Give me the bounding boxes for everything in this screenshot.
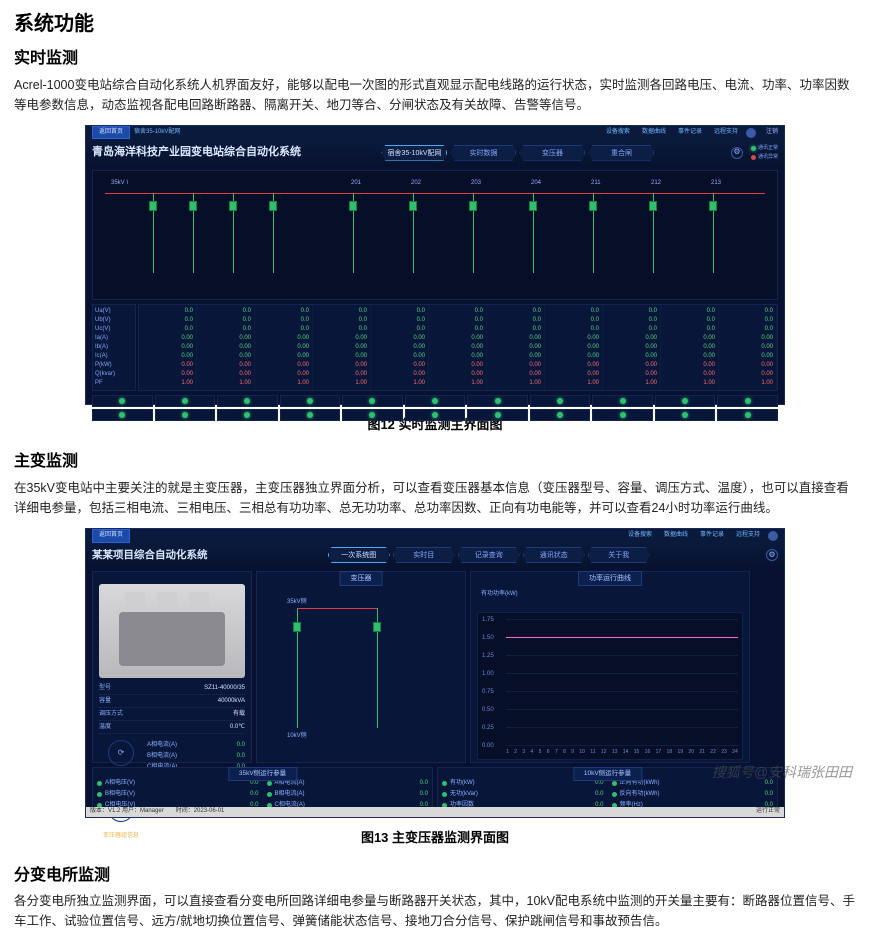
gear-icon[interactable]: ⚙: [731, 147, 743, 159]
top-link[interactable]: 数据曲线: [664, 531, 688, 541]
screenshot-transformer: 返回首页 设备搜索 数据曲线 事件记录 远程支持 某某项目综合自动化系统 一次系…: [85, 528, 785, 818]
desc-realtime: Acrel-1000变电站综合自动化系统人机界面友好，能够以配电一次图的形式直观…: [14, 75, 856, 115]
watermark: 搜狐号@安科瑞张田田: [712, 761, 852, 783]
nav-tab[interactable]: 宿舍35-10kV配网: [381, 145, 447, 161]
trend-panel: 功率运行曲线 有功功率(kW) 123456789101112131415161…: [470, 571, 750, 763]
top-link[interactable]: 设备搜索: [606, 128, 630, 138]
load-rate-icon: ⟳: [108, 740, 134, 766]
status-label: 通讯异常: [758, 153, 778, 161]
feeder-data-grid: Ua(V) Ub(V) Uc(V) Ia(A) Ib(A) Ic(A) P(kW…: [92, 304, 778, 391]
transformer-info-panel: 型号SZ11-40000/35容量40000kVA调压方式有载温度0.0℃ ⟳ …: [92, 571, 252, 763]
nav-tab[interactable]: 实时数据: [450, 145, 516, 161]
top-link[interactable]: 事件记录: [678, 128, 702, 138]
screenshot-realtime: 返回首页 宿舍35-10kV配网 设备搜索 数据曲线 事件记录 远程支持 注销 …: [85, 125, 785, 405]
desc-substation: 各分变电所独立监测界面，可以直接查看分变电所回路详细电参量与断路器开关状态，其中…: [14, 891, 856, 931]
single-line-mini: 变压器 35kV侧 10kV侧: [256, 571, 466, 763]
gear-icon[interactable]: ⚙: [766, 549, 778, 561]
nav-tab[interactable]: 记录查询: [458, 547, 520, 563]
nav-tab[interactable]: 通讯状态: [523, 547, 585, 563]
section-heading-realtime: 实时监测: [14, 46, 856, 72]
avatar[interactable]: [768, 531, 778, 541]
statusbar: 版本：V1.2 用户：Manager 时间：2023-06-01 运行正常: [86, 807, 784, 817]
top-link[interactable]: 设备搜索: [628, 531, 652, 541]
top-link[interactable]: 远程支持: [736, 531, 760, 541]
nav-tab[interactable]: 实时目: [393, 547, 455, 563]
desc-transformer: 在35kV变电站中主要关注的就是主变压器，主变压器独立界面分析，可以查看变压器基…: [14, 478, 856, 518]
nav-tab[interactable]: 变压器: [519, 145, 585, 161]
nav-tab[interactable]: 一次系统图: [328, 547, 390, 563]
section-heading-transformer: 主变监测: [14, 449, 856, 475]
single-line-diagram: 35kV I 201 202 203 204 211 212 213: [92, 170, 778, 300]
section-heading-substation: 分变电所监测: [14, 863, 856, 889]
home-button[interactable]: 返回首页: [92, 529, 130, 543]
nav-tab[interactable]: 关于我: [588, 547, 650, 563]
breadcrumb: 宿舍35-10kV配网: [134, 128, 180, 138]
avatar[interactable]: [746, 128, 756, 138]
top-link[interactable]: 事件记录: [700, 531, 724, 541]
top-link[interactable]: 远程支持: [714, 128, 738, 138]
indicator-label: 变压器组信息: [103, 832, 139, 842]
logout-link[interactable]: 注销: [766, 128, 778, 138]
power-trend-chart: 123456789101112131415161718192021222324 …: [477, 612, 743, 760]
page-title: 系统功能: [14, 8, 856, 40]
home-button[interactable]: 返回首页: [92, 126, 130, 140]
status-label: 通讯正常: [758, 144, 778, 152]
transformer-image: [99, 584, 245, 678]
system-title: 某某项目综合自动化系统: [92, 547, 208, 564]
system-title: 青岛海洋科技产业园变电站综合自动化系统: [92, 144, 301, 162]
nav-tab[interactable]: 重合闸: [588, 145, 654, 161]
top-link[interactable]: 数据曲线: [642, 128, 666, 138]
